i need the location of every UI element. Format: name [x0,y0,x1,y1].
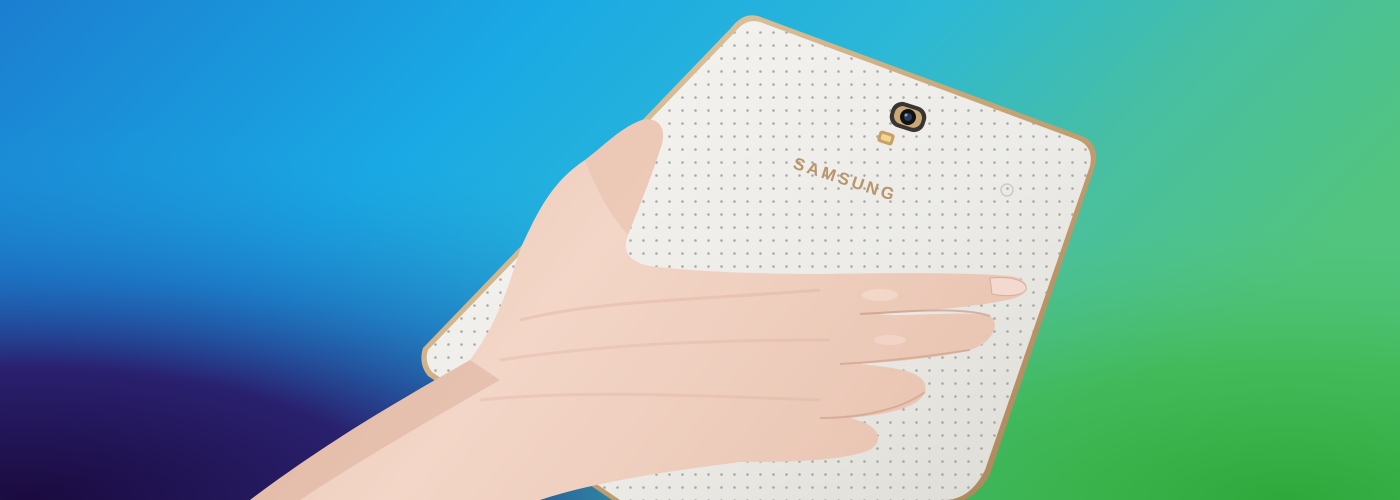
banner-photo: SAMSUNG [0,0,1400,500]
hero-banner: SAMSUNG [0,0,1400,500]
